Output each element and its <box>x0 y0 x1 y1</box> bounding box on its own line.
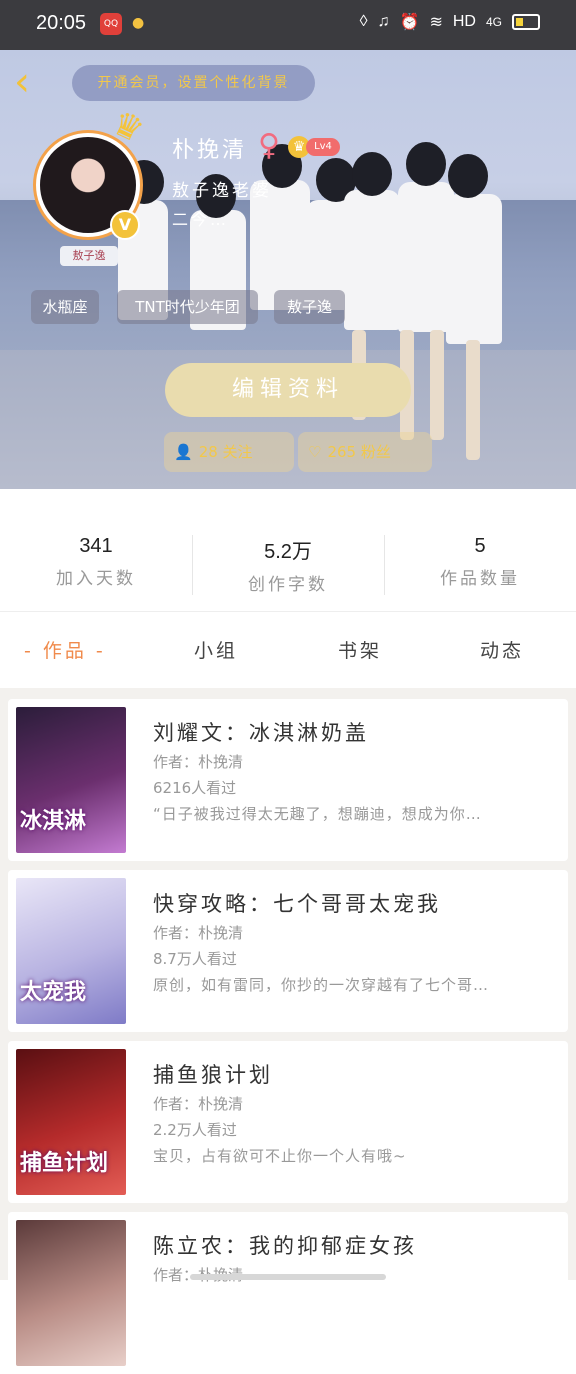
hd-label: HD <box>452 13 476 30</box>
back-chevron-icon[interactable]: ‹ <box>14 62 48 104</box>
work-description: 宝贝，占有欲可不止你一个人有哦~ <box>153 1147 407 1165</box>
stat-join-days: 341 加入天数 <box>0 535 192 589</box>
work-views: 8.7万人看过 <box>153 950 237 968</box>
background-figure-legs <box>466 340 480 460</box>
stat-value: 5.2万 <box>264 541 312 563</box>
wifi-icon: ≋ <box>429 14 443 31</box>
status-icons: ◊ ♫ ⏰ ≋ HD 4G <box>360 12 540 32</box>
level-badge: Lv4 <box>306 138 340 156</box>
profile-bio: 二今… <box>172 210 230 229</box>
profile-subtitle: 敖子逸老婆 <box>172 181 272 201</box>
tag-chip[interactable]: 水瓶座 <box>31 290 99 324</box>
list-item[interactable]: 陈立农：我的抑郁症女孩 作者：朴挽清 <box>8 1212 568 1374</box>
book-cover: 捕鱼计划 <box>16 1049 126 1195</box>
edit-profile-button[interactable]: 编辑资料 <box>165 363 411 417</box>
avatar-tag: 敖子逸 <box>60 246 118 266</box>
stat-value: 5 <box>474 535 486 557</box>
following-count: 28 关注 <box>198 443 253 461</box>
profile-tabs: - 作品 - 小组 书架 动态 <box>0 612 576 688</box>
tab-bookshelf[interactable]: 书架 <box>338 636 382 663</box>
following-button[interactable]: 👤 28 关注 <box>164 432 294 472</box>
stat-label: 作品数量 <box>440 569 520 589</box>
female-icon: ♀ <box>258 128 280 163</box>
book-cover: 太宠我 <box>16 878 126 1024</box>
profile-header: ‹ 开通会员，设置个性化背景 ♛ V 敖子逸 朴挽清 ♀ ♛ Lv4 敖子逸老婆… <box>0 50 576 489</box>
background-figure-legs <box>430 330 444 440</box>
work-title: 捕鱼狼计划 <box>153 1063 273 1087</box>
stat-word-count: 5.2万 创作字数 <box>192 535 384 595</box>
work-title: 陈立农：我的抑郁症女孩 <box>153 1234 417 1258</box>
work-title: 快穿攻略：七个哥哥太宠我 <box>153 892 441 916</box>
cover-title: 冰淇淋 <box>20 809 87 834</box>
work-author: 作者：朴挽清 <box>153 924 244 942</box>
drop-icon: ◊ <box>359 13 368 30</box>
fans-button[interactable]: ♡ 265 粉丝 <box>298 432 432 472</box>
book-cover: 冰淇淋 <box>16 707 126 853</box>
work-author: 作者：朴挽清 <box>153 753 244 771</box>
work-title: 刘耀文：冰淇淋奶盖 <box>153 721 369 745</box>
work-views: 2.2万人看过 <box>153 1121 237 1139</box>
stat-label: 创作字数 <box>248 575 328 595</box>
verified-badge-icon: V <box>110 210 140 240</box>
tag-chip[interactable]: 敖子逸 <box>274 290 345 324</box>
status-bar: 20:05 QQ ● ◊ ♫ ⏰ ≋ HD 4G <box>0 0 576 50</box>
stat-label: 加入天数 <box>56 569 136 589</box>
work-author: 作者：朴挽清 <box>153 1095 244 1113</box>
background-figure-head <box>352 152 392 196</box>
signal-icon: 4G <box>485 15 502 29</box>
background-figure <box>344 190 400 330</box>
list-item[interactable]: 冰淇淋 刘耀文：冰淇淋奶盖 作者：朴挽清 6216人看过 “日子被我过得太无趣了… <box>8 699 568 861</box>
stat-works-count: 5 作品数量 <box>384 535 576 589</box>
background-figure-head <box>448 154 488 198</box>
scrollbar[interactable] <box>190 1274 386 1280</box>
profile-stats: 341 加入天数 5.2万 创作字数 5 作品数量 <box>0 489 576 612</box>
book-cover <box>16 1220 126 1366</box>
qq-notification-icon: QQ <box>100 13 122 35</box>
tag-chip[interactable]: TNT时代少年团 <box>117 290 258 324</box>
mute-icon: ♫ <box>377 13 390 30</box>
vip-banner[interactable]: 开通会员，设置个性化背景 <box>72 65 315 101</box>
bulb-notification-icon: ● <box>132 15 145 31</box>
background-figure <box>446 194 502 344</box>
tab-groups[interactable]: 小组 <box>194 636 238 663</box>
work-description: “日子被我过得太无趣了，想蹦迪，想成为你… <box>153 805 482 823</box>
clock: 20:05 <box>36 12 87 34</box>
tab-works[interactable]: - 作品 - <box>24 636 106 663</box>
battery-icon <box>512 14 540 30</box>
works-list: 冰淇淋 刘耀文：冰淇淋奶盖 作者：朴挽清 6216人看过 “日子被我过得太无趣了… <box>0 688 576 1374</box>
add-user-icon: 👤 <box>174 443 193 461</box>
cover-title: 捕鱼计划 <box>20 1151 109 1176</box>
fans-count: 265 粉丝 <box>327 443 391 461</box>
work-views: 6216人看过 <box>153 779 237 797</box>
alarm-icon: ⏰ <box>399 14 420 31</box>
username: 朴挽清 <box>172 138 248 163</box>
stat-value: 341 <box>79 535 113 557</box>
list-item[interactable]: 太宠我 快穿攻略：七个哥哥太宠我 作者：朴挽清 8.7万人看过 原创，如有雷同，… <box>8 870 568 1032</box>
heart-icon: ♡ <box>308 443 322 461</box>
cover-title: 太宠我 <box>20 980 87 1005</box>
tab-activity[interactable]: 动态 <box>480 636 524 663</box>
work-description: 原创，如有雷同，你抄的一次穿越有了七个哥… <box>153 976 490 994</box>
list-item[interactable]: 捕鱼计划 捕鱼狼计划 作者：朴挽清 2.2万人看过 宝贝，占有欲可不止你一个人有… <box>8 1041 568 1203</box>
background-figure-head <box>406 142 446 186</box>
